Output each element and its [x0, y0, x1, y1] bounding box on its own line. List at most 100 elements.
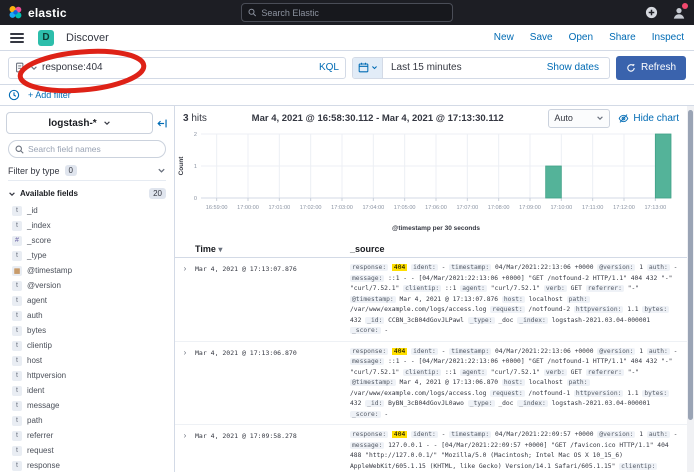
discover-app-icon[interactable]: D — [38, 30, 54, 46]
available-fields-header[interactable]: Available fields 20 — [8, 188, 166, 199]
string-field-icon: t — [12, 401, 22, 411]
field-item-id[interactable]: t_id — [0, 203, 174, 218]
app-bar: D Discover NewSaveOpenShareInspect — [0, 25, 694, 51]
field-search-input[interactable] — [28, 144, 159, 154]
y-axis-title: Count — [178, 156, 185, 176]
hide-chart-button[interactable]: Hide chart — [618, 113, 679, 124]
discover-main: 3 hits Mar 4, 2021 @ 16:58:30.112 - Mar … — [175, 106, 694, 472]
saved-filters-icon[interactable] — [8, 89, 20, 101]
top-menu-open-button[interactable]: Open — [569, 32, 593, 43]
query-input-box[interactable]: KQL — [8, 57, 346, 79]
field-item-type[interactable]: t_type — [0, 248, 174, 263]
field-item-message[interactable]: tmessage — [0, 398, 174, 413]
field-item-auth[interactable]: tauth — [0, 308, 174, 323]
field-item-clientip[interactable]: tclientip — [0, 338, 174, 353]
field-key-badge: _score: — [350, 327, 381, 334]
menu-icon[interactable] — [10, 33, 24, 43]
refresh-button[interactable]: Refresh — [616, 56, 686, 80]
highlighted-match: 404 — [392, 264, 407, 271]
field-item-path[interactable]: tpath — [0, 413, 174, 428]
string-field-icon: t — [12, 296, 22, 306]
field-key-badge: response: — [350, 264, 388, 271]
vertical-scrollbar[interactable] — [687, 106, 694, 472]
global-search[interactable] — [241, 3, 453, 22]
time-column-header[interactable]: Time ▾ — [175, 244, 350, 254]
field-key-badge: agent: — [460, 285, 487, 292]
string-field-icon: t — [12, 341, 22, 351]
filter-by-type[interactable]: Filter by type 0 — [8, 164, 166, 181]
date-field-icon: ▦ — [12, 266, 22, 276]
field-item-response[interactable]: tresponse — [0, 458, 174, 472]
field-item-bytes[interactable]: tbytes — [0, 323, 174, 338]
user-avatar[interactable] — [671, 5, 686, 20]
source-column-header: _source — [350, 244, 385, 254]
field-item-referrer[interactable]: treferrer — [0, 428, 174, 443]
field-name: _id — [27, 206, 38, 215]
date-range-label: Mar 4, 2021 @ 16:58:30.112 - Mar 4, 2021… — [215, 113, 541, 124]
field-key-badge: bytes: — [642, 306, 669, 313]
top-menu-inspect-button[interactable]: Inspect — [652, 32, 684, 43]
refresh-label: Refresh — [641, 62, 676, 73]
x-tick-label: 17:01:00 — [268, 205, 290, 211]
global-search-input[interactable] — [261, 8, 446, 18]
discover-page: elastic — [0, 0, 694, 472]
table-row[interactable]: ›Mar 4, 2021 @ 17:13:06.870response: 404… — [175, 342, 687, 426]
add-filter-button[interactable]: + Add filter — [28, 90, 71, 100]
interval-select[interactable]: Auto — [548, 109, 610, 128]
expand-row-icon[interactable]: › — [175, 347, 195, 421]
scrollbar-thumb[interactable] — [688, 110, 693, 420]
show-dates-button[interactable]: Show dates — [547, 62, 609, 73]
field-item-httpversion[interactable]: thttpversion — [0, 368, 174, 383]
top-menu-actions: New Save Open Share Inspect — [494, 32, 684, 43]
expand-row-icon[interactable]: › — [175, 430, 195, 472]
table-row[interactable]: ›Mar 4, 2021 @ 17:09:58.278response: 404… — [175, 425, 687, 472]
table-row[interactable]: ›Mar 4, 2021 @ 17:13:07.876response: 404… — [175, 258, 687, 342]
chevron-down-icon[interactable] — [30, 64, 38, 72]
field-name: auth — [27, 311, 43, 320]
fields-sidebar: logstash-* Filter by — [0, 106, 175, 472]
expand-row-icon[interactable]: › — [175, 263, 195, 337]
help-icon[interactable] — [644, 5, 659, 20]
field-item-version[interactable]: t@version — [0, 278, 174, 293]
field-key-badge: auth: — [647, 264, 670, 271]
calendar-button[interactable] — [353, 58, 383, 78]
top-menu-share-button[interactable]: Share — [609, 32, 636, 43]
field-item-request[interactable]: trequest — [0, 443, 174, 458]
query-language-button[interactable]: KQL — [319, 62, 339, 73]
string-field-icon: t — [12, 326, 22, 336]
field-key-badge: @version: — [597, 264, 635, 271]
index-pattern-select[interactable]: logstash-* — [6, 112, 153, 134]
field-key-badge: verb: — [544, 369, 567, 376]
time-range-value[interactable]: Last 15 minutes — [383, 62, 470, 73]
field-key-badge: response: — [350, 431, 388, 438]
string-field-icon: t — [12, 446, 22, 456]
query-input[interactable] — [42, 62, 315, 73]
histogram-bar[interactable] — [655, 134, 671, 198]
field-item-host[interactable]: thost — [0, 353, 174, 368]
elastic-logo[interactable]: elastic — [8, 5, 67, 20]
field-item-ident[interactable]: tident — [0, 383, 174, 398]
notification-dot — [682, 3, 688, 9]
field-item-score[interactable]: #_score — [0, 233, 174, 248]
field-search-box[interactable] — [8, 140, 166, 158]
collapse-sidebar-icon[interactable] — [157, 118, 168, 129]
x-tick-label: 16:59:00 — [206, 205, 228, 211]
hits-value: 3 — [183, 113, 189, 124]
histogram-bar[interactable] — [546, 166, 562, 198]
field-key-badge: path: — [567, 296, 590, 303]
field-key-badge: ident: — [411, 431, 438, 438]
doc-timestamp: Mar 4, 2021 @ 17:13:07.876 — [195, 263, 350, 337]
field-item-timestamp[interactable]: ▦ @timestamp — [0, 263, 174, 278]
field-item-agent[interactable]: tagent — [0, 293, 174, 308]
x-tick-label: 17:09:00 — [519, 205, 541, 211]
field-name: @timestamp — [27, 266, 72, 275]
field-name: _score — [27, 236, 51, 245]
field-key-badge: host: — [502, 379, 525, 386]
field-key-badge: @timestamp: — [350, 296, 396, 303]
saved-query-icon[interactable] — [15, 62, 26, 73]
field-item-index[interactable]: t_index — [0, 218, 174, 233]
top-menu-new-button[interactable]: New — [494, 32, 514, 43]
field-key-badge: message: — [350, 275, 384, 282]
field-key-badge: ident: — [411, 264, 438, 271]
top-menu-save-button[interactable]: Save — [530, 32, 553, 43]
